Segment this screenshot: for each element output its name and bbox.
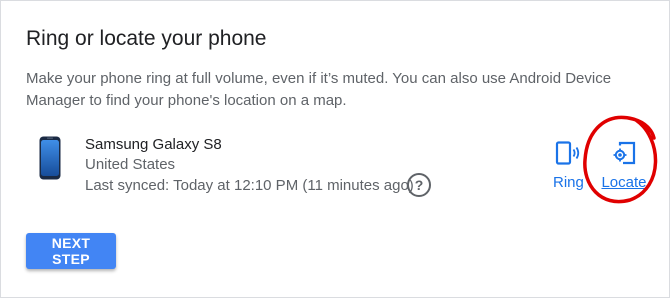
device-country: United States bbox=[85, 156, 176, 173]
card-title: Ring or locate your phone bbox=[26, 27, 267, 50]
next-step-button[interactable]: NEXT STEP bbox=[26, 233, 116, 269]
ring-locate-card: Ring or locate your phone Make your phon… bbox=[0, 0, 670, 298]
locate-label: Locate bbox=[601, 174, 647, 191]
phone-image bbox=[39, 136, 61, 180]
last-synced-text: Last synced: Today at 12:10 PM (11 minut… bbox=[85, 177, 414, 194]
ring-label: Ring bbox=[553, 174, 584, 191]
locate-button[interactable]: Locate bbox=[600, 141, 648, 191]
locate-phone-icon bbox=[613, 141, 636, 165]
card-description: Make your phone ring at full volume, eve… bbox=[26, 70, 612, 109]
device-name: Samsung Galaxy S8 bbox=[85, 136, 222, 153]
help-icon[interactable]: ? bbox=[407, 173, 431, 197]
ring-button[interactable]: Ring bbox=[553, 141, 584, 191]
ring-phone-icon bbox=[555, 141, 580, 165]
